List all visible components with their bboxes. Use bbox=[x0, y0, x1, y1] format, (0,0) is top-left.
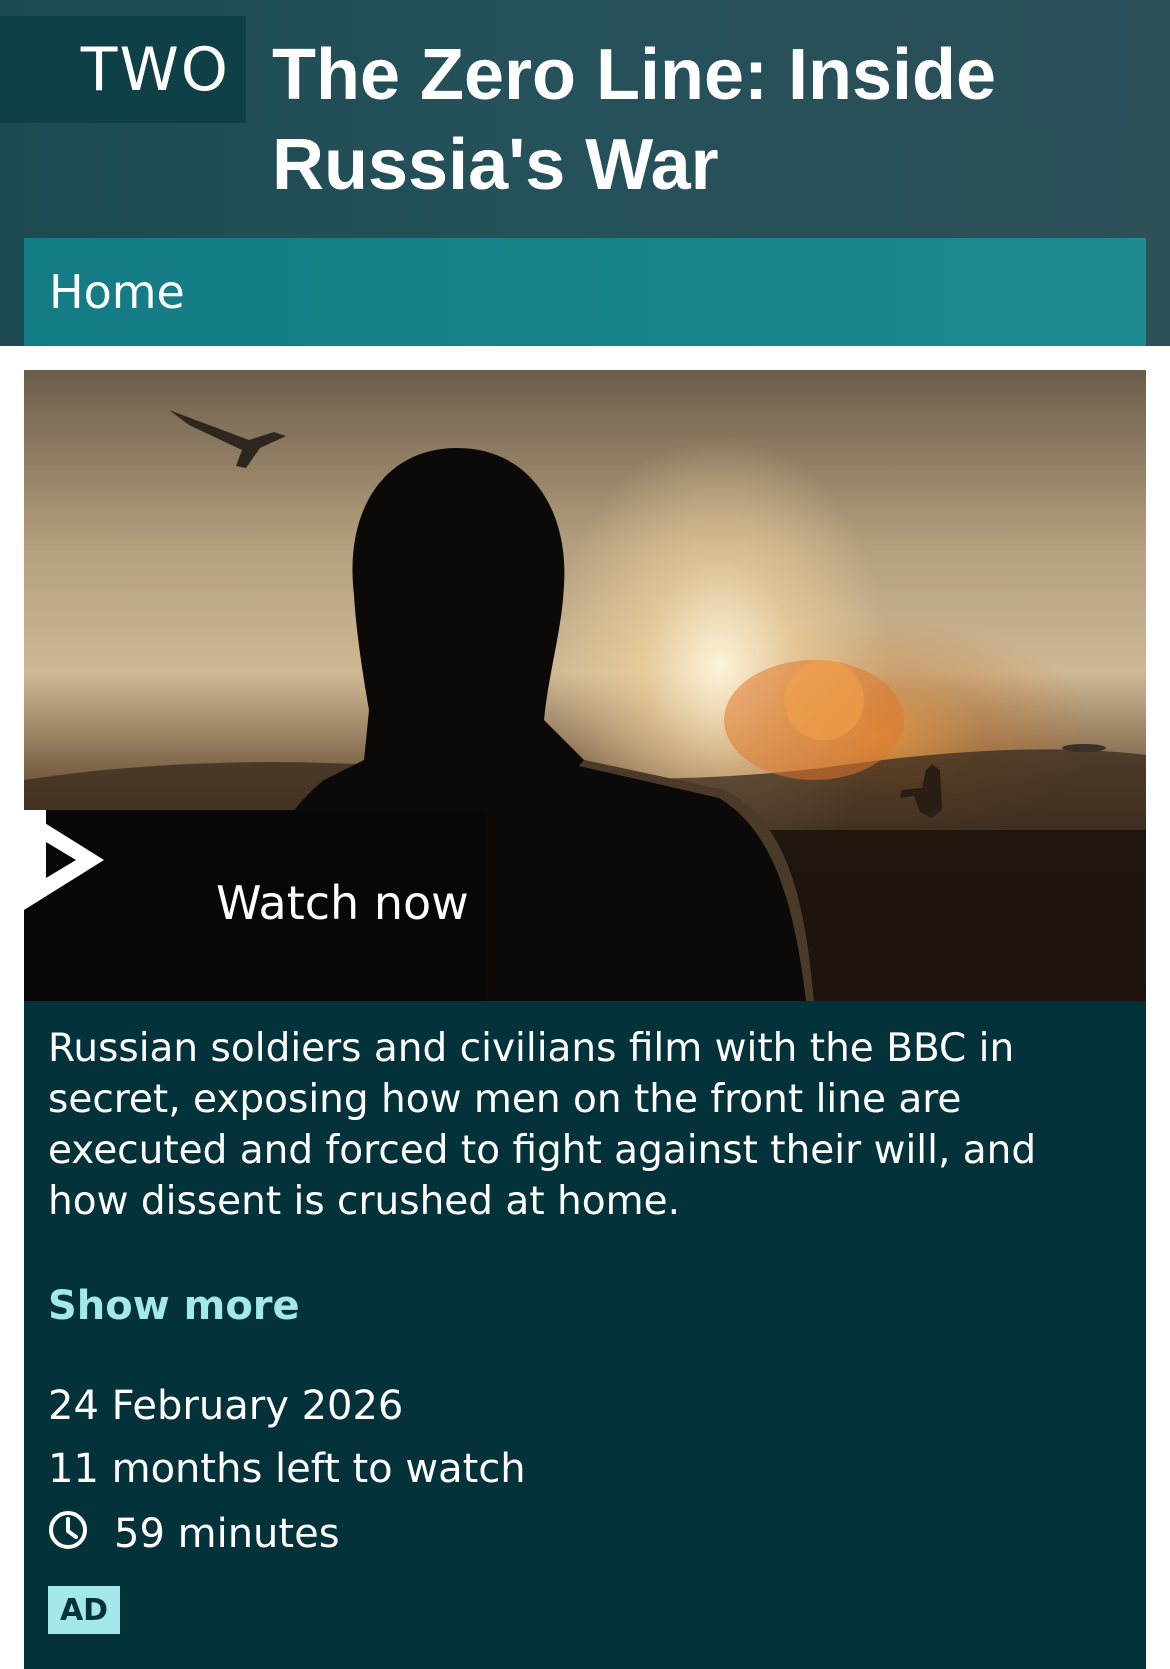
audio-description-badge: AD bbox=[48, 1586, 120, 1634]
page-title: The Zero Line: Inside Russia's War bbox=[272, 35, 997, 205]
programme-nav: Home bbox=[24, 238, 1146, 346]
duration-text: 59 minutes bbox=[114, 1511, 340, 1557]
broadcast-date: 24 February 2026 bbox=[48, 1383, 404, 1429]
iplayer-play-icon bbox=[24, 810, 104, 910]
watch-now-button[interactable]: Watch now bbox=[24, 810, 486, 1001]
programme-header: TWO The Zero Line: Inside Russia's War H… bbox=[0, 0, 1170, 346]
show-more-link[interactable]: Show more bbox=[48, 1283, 300, 1329]
watch-now-label: Watch now bbox=[216, 876, 469, 930]
episode-description: Russian soldiers and civilians film with… bbox=[48, 1026, 1037, 1224]
episode-info-panel: Russian soldiers and civilians film with… bbox=[24, 1001, 1146, 1669]
channel-logo[interactable]: TWO bbox=[0, 16, 246, 123]
clock-icon bbox=[49, 1511, 87, 1549]
hero-image[interactable]: Watch now bbox=[24, 370, 1146, 1001]
availability-text: 11 months left to watch bbox=[48, 1446, 526, 1492]
nav-home-link[interactable]: Home bbox=[49, 265, 185, 319]
